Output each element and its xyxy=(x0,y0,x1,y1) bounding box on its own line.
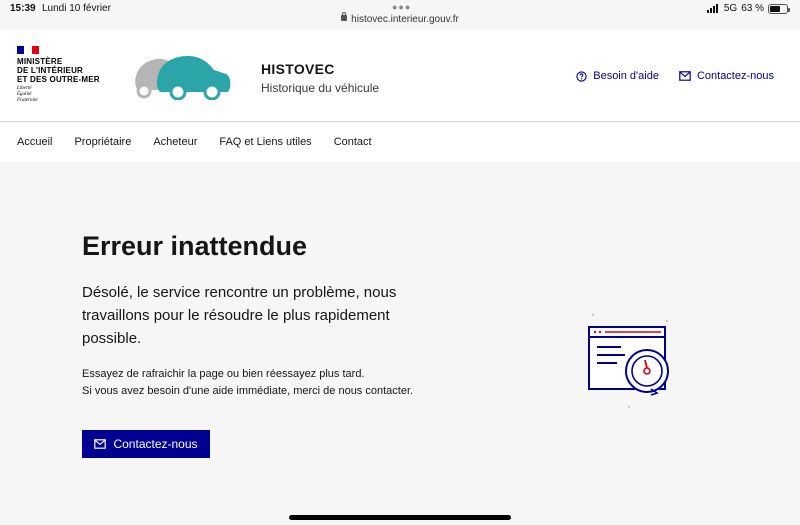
main-navigation: Accueil Propriétaire Acheteur FAQ et Lie… xyxy=(0,123,800,161)
address-url: histovec.interieur.gouv.fr xyxy=(351,14,459,25)
error-lead-text: Désolé, le service rencontre un problème… xyxy=(82,284,397,347)
site-header: MINISTÈRE DE L'INTÉRIEUR ET DES OUTRE-ME… xyxy=(0,30,800,122)
site-tagline: Historique du véhicule xyxy=(261,81,380,95)
status-date: Lundi 10 février xyxy=(42,3,111,14)
error-page-content: Erreur inattendue Désolé, le service ren… xyxy=(0,161,800,525)
error-help-line: Essayez de rafraichir la page ou bien ré… xyxy=(82,368,365,380)
site-brand[interactable]: HISTOVEC Historique du véhicule xyxy=(261,61,379,95)
page-title: Erreur inattendue xyxy=(82,231,308,261)
status-right: 5G 63 % xyxy=(706,3,790,14)
nav-item-proprietaire[interactable]: Propriétaire xyxy=(74,136,131,148)
nav-item-faq[interactable]: FAQ et Liens utiles xyxy=(219,136,311,148)
network-type: 5G xyxy=(723,3,738,14)
contact-button[interactable]: Contactez-nous xyxy=(82,430,210,458)
error-help-line: Si vous avez besoin d'une aide immédiate… xyxy=(82,385,414,397)
ministry-line: MINISTÈRE xyxy=(17,57,63,66)
ministry-logo[interactable]: MINISTÈRE DE L'INTÉRIEUR ET DES OUTRE-ME… xyxy=(17,46,100,104)
contact-link-label: Contactez-nous xyxy=(696,70,774,82)
lock-icon xyxy=(341,12,348,21)
address-bar[interactable]: histovec.interieur.gouv.fr xyxy=(0,12,800,25)
mail-icon xyxy=(679,71,691,81)
republic-motto: Liberté Égalité Fraternité xyxy=(17,86,100,104)
signal-icon xyxy=(706,4,718,13)
nav-item-acheteur[interactable]: Acheteur xyxy=(153,136,197,148)
battery-icon xyxy=(768,3,790,14)
error-page-illustration xyxy=(588,313,669,409)
motto-line: Fraternité xyxy=(17,98,38,103)
site-name: HISTOVEC xyxy=(261,61,335,77)
help-link[interactable]: Besoin d'aide xyxy=(576,70,659,82)
car-logo[interactable] xyxy=(132,52,232,100)
battery-fill xyxy=(770,5,781,12)
nav-item-accueil[interactable]: Accueil xyxy=(17,136,52,148)
french-flag-icon xyxy=(17,46,39,54)
ministry-name: MINISTÈRE DE L'INTÉRIEUR ET DES OUTRE-ME… xyxy=(17,57,100,84)
ministry-line: ET DES OUTRE-MER xyxy=(17,75,100,84)
multitask-dots-icon[interactable]: ●●● xyxy=(392,2,411,12)
mail-icon xyxy=(94,439,107,449)
home-indicator[interactable] xyxy=(289,515,511,520)
error-help-text: Essayez de rafraichir la page ou bien ré… xyxy=(82,366,413,400)
contact-button-label: Contactez-nous xyxy=(113,437,198,451)
battery-percent: 63 % xyxy=(741,3,764,14)
help-link-label: Besoin d'aide xyxy=(593,70,659,82)
ministry-line: DE L'INTÉRIEUR xyxy=(17,66,84,75)
nav-item-contact[interactable]: Contact xyxy=(334,136,372,148)
status-time: 15:39 xyxy=(10,3,36,14)
question-circle-icon xyxy=(576,70,587,82)
contact-link[interactable]: Contactez-nous xyxy=(679,70,774,82)
ios-status-bar: 15:39 Lundi 10 février ●●● histovec.inte… xyxy=(0,0,800,30)
header-quick-links: Besoin d'aide Contactez-nous xyxy=(576,70,774,82)
